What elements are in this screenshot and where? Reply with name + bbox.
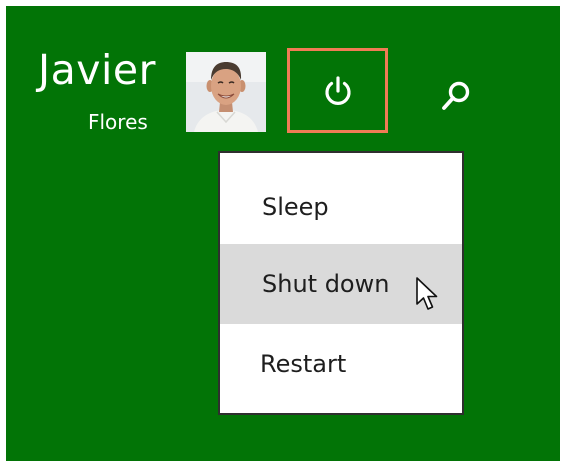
mouse-cursor-icon [416, 277, 438, 310]
user-avatar[interactable] [186, 52, 266, 132]
screenshot-frame: Javier Flores Sleep Shut down Restart [0, 0, 566, 467]
power-icon [324, 75, 351, 105]
power-button[interactable] [287, 48, 388, 133]
search-icon [442, 81, 470, 110]
search-button[interactable] [436, 75, 476, 117]
user-first-name[interactable]: Javier [38, 46, 156, 94]
avatar-photo-icon [186, 52, 266, 132]
menu-item-restart[interactable]: Restart [220, 324, 462, 404]
menu-item-sleep[interactable]: Sleep [220, 167, 462, 247]
user-last-name[interactable]: Flores [88, 110, 148, 134]
